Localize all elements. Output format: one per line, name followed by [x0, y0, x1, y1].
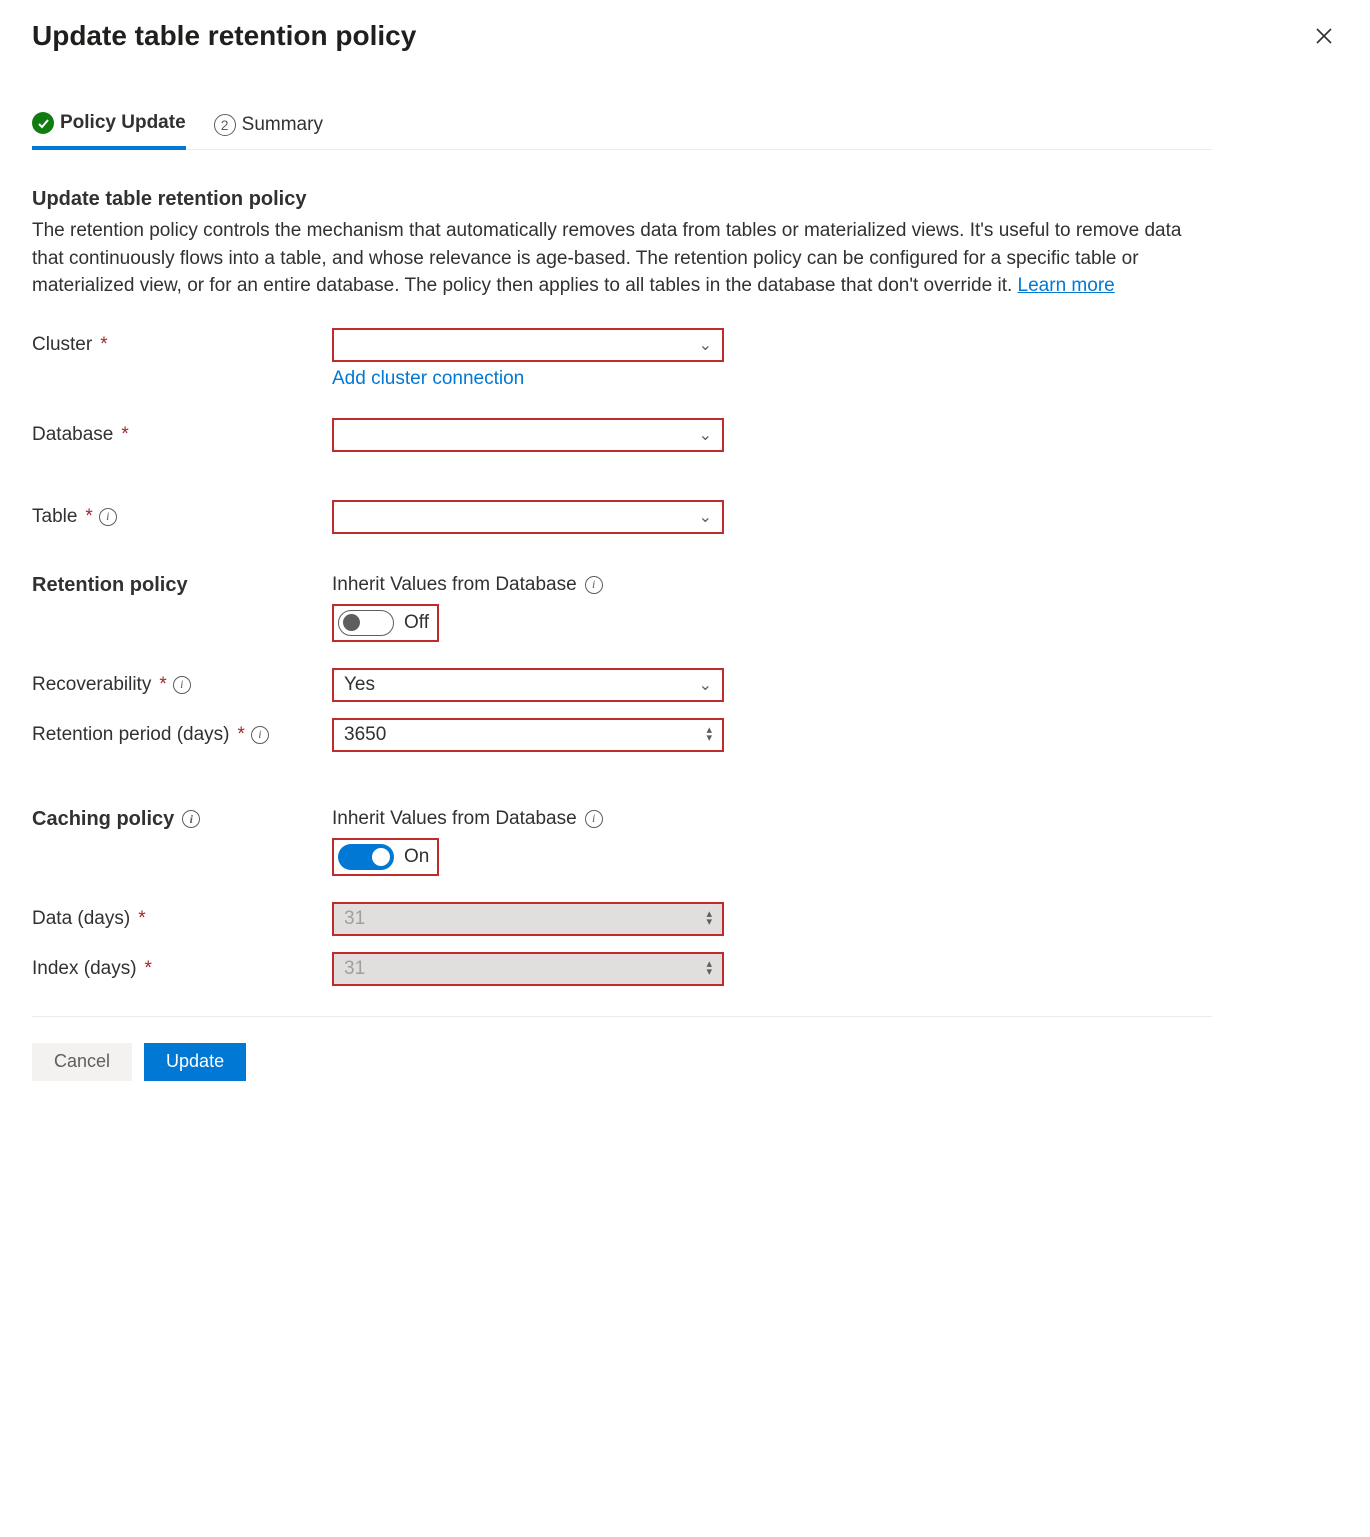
cancel-button[interactable]: Cancel [32, 1043, 132, 1081]
retention-period-label: Retention period (days)* i [32, 718, 332, 746]
tab-label: Policy Update [60, 112, 186, 134]
recoverability-label: Recoverability* i [32, 668, 332, 696]
spinner-icon: ▴▾ [706, 961, 712, 976]
chevron-down-icon: ⌄ [699, 425, 712, 445]
index-days-label: Index (days)* [32, 952, 332, 980]
info-icon[interactable]: i [251, 726, 269, 744]
page-title: Update table retention policy [32, 20, 416, 52]
chevron-down-icon: ⌄ [699, 675, 712, 695]
add-cluster-link[interactable]: Add cluster connection [332, 368, 724, 390]
info-icon[interactable]: i [585, 576, 603, 594]
info-icon[interactable]: i [99, 508, 117, 526]
toggle-state-label: Off [404, 612, 429, 634]
database-dropdown[interactable]: ⌄ [332, 418, 724, 452]
table-dropdown[interactable]: ⌄ [332, 500, 724, 534]
index-days-input: 31 ▴▾ [332, 952, 724, 986]
cluster-dropdown[interactable]: ⌄ [332, 328, 724, 362]
recoverability-dropdown[interactable]: Yes⌄ [332, 668, 724, 702]
tabs: Policy Update 2 Summary [32, 112, 1212, 150]
table-label: Table* i [32, 500, 332, 528]
database-label: Database* [32, 418, 332, 446]
data-days-label: Data (days)* [32, 902, 332, 930]
close-icon [1314, 26, 1334, 46]
section-heading: Update table retention policy [32, 188, 1212, 211]
tab-summary[interactable]: 2 Summary [214, 112, 323, 149]
section-description: The retention policy controls the mechan… [32, 217, 1212, 300]
data-days-input: 31 ▴▾ [332, 902, 724, 936]
spinner-icon: ▴▾ [706, 911, 712, 926]
learn-more-link[interactable]: Learn more [1018, 275, 1115, 296]
cluster-label: Cluster* [32, 328, 332, 356]
inherit-label: Inherit Values from Database [332, 808, 577, 830]
toggle-state-label: On [404, 846, 429, 868]
caching-policy-heading: Caching policy [32, 808, 174, 831]
step-number-icon: 2 [214, 114, 236, 136]
tab-policy-update[interactable]: Policy Update [32, 112, 186, 150]
info-icon[interactable]: i [182, 810, 200, 828]
caching-inherit-toggle[interactable] [338, 844, 394, 870]
info-icon[interactable]: i [585, 810, 603, 828]
close-button[interactable] [1310, 20, 1338, 54]
tab-label: Summary [242, 114, 323, 136]
check-icon [32, 112, 54, 134]
info-icon[interactable]: i [173, 676, 191, 694]
chevron-down-icon: ⌄ [699, 507, 712, 527]
inherit-label: Inherit Values from Database [332, 574, 577, 596]
update-button[interactable]: Update [144, 1043, 246, 1081]
chevron-down-icon: ⌄ [699, 335, 712, 355]
retention-period-input[interactable]: 3650 ▴▾ [332, 718, 724, 752]
retention-policy-heading: Retention policy [32, 574, 332, 597]
spinner-icon[interactable]: ▴▾ [706, 727, 712, 742]
retention-inherit-toggle[interactable] [338, 610, 394, 636]
